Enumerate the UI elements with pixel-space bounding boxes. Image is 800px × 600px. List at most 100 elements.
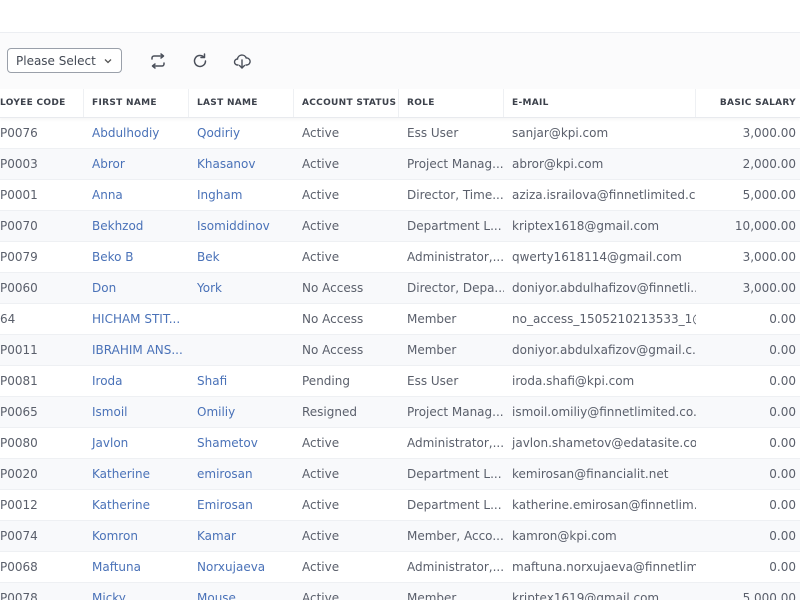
cell-role: Administrator,... [407, 436, 504, 450]
cell-first-name[interactable]: Javlon [84, 436, 189, 450]
cell-basic-salary: 0.00 [769, 436, 796, 450]
cell-first-name[interactable]: Abdulhodiy [84, 126, 189, 140]
table-row[interactable]: P0079 Beko B Bek Active Administrator,... qwe… [0, 242, 800, 273]
cell-employee-code: P0065 [0, 405, 38, 419]
cell-last-name[interactable]: Khasanov [189, 157, 294, 171]
cell-role: Member [407, 591, 457, 600]
cell-account-status: Resigned [302, 405, 357, 419]
cell-last-name[interactable]: Shametov [189, 436, 294, 450]
cell-last-name[interactable]: Emirosan [189, 498, 294, 512]
cell-basic-salary: 0.00 [769, 560, 796, 574]
cell-role: Ess User [407, 126, 459, 140]
column-header-role[interactable]: ROLE [399, 89, 504, 117]
cell-first-name[interactable]: Anna [84, 188, 189, 202]
bulk-action-select[interactable]: Please Select [7, 48, 122, 73]
cell-basic-salary: 0.00 [769, 405, 796, 419]
cell-role: Project Manag... [407, 157, 504, 171]
cell-first-name[interactable]: Bekhzod [84, 219, 189, 233]
table-row[interactable]: P0012 Katherine Emirosan Active Department L… [0, 490, 800, 521]
cell-role: Member, Acco... [407, 529, 504, 543]
column-header-first-name[interactable]: FIRST NAME [84, 89, 189, 117]
cell-last-name[interactable]: Mouse [189, 591, 294, 600]
refresh-button[interactable] [189, 50, 211, 72]
column-header-last-name[interactable]: LAST NAME [189, 89, 294, 117]
table-row[interactable]: P0081 Iroda Shafi Pending Ess User iroda.shaf… [0, 366, 800, 397]
cell-role: Administrator,... [407, 250, 504, 264]
cell-role: Director, Time... [407, 188, 504, 202]
cell-last-name[interactable]: Norxujaeva [189, 560, 294, 574]
table-row[interactable]: 64 HICHAM STIT... No Access Member no_access… [0, 304, 800, 335]
cell-basic-salary: 3,000.00 [742, 126, 796, 140]
cell-first-name[interactable]: Maftuna [84, 560, 189, 574]
cell-email: iroda.shafi@kpi.com [512, 374, 635, 388]
cell-account-status: Active [302, 529, 340, 543]
cell-first-name[interactable]: Don [84, 281, 189, 295]
cell-account-status: Active [302, 591, 340, 600]
cell-last-name[interactable]: Omiliy [189, 405, 294, 419]
column-header-email[interactable]: E-MAIL [504, 89, 696, 117]
cell-email: katherine.emirosan@finnetlim... [512, 498, 696, 512]
cell-last-name[interactable]: Bek [189, 250, 294, 264]
cell-employee-code: P0074 [0, 529, 38, 543]
cell-last-name[interactable]: Kamar [189, 529, 294, 543]
cell-first-name[interactable]: IBRAHIM ANS... [84, 343, 189, 357]
cell-employee-code: P0068 [0, 560, 38, 574]
cell-employee-code: P0012 [0, 498, 38, 512]
table-row[interactable]: P0078 Micky Mouse Active Member kriptex1619@g… [0, 583, 800, 600]
cell-first-name[interactable]: Micky [84, 591, 189, 600]
cell-basic-salary: 2,000.00 [742, 157, 796, 171]
table-row[interactable]: P0074 Komron Kamar Active Member, Acco... kam… [0, 521, 800, 552]
cell-last-name[interactable]: emirosan [189, 467, 294, 481]
cell-basic-salary: 0.00 [769, 374, 796, 388]
cloud-download-icon [233, 54, 251, 69]
cell-basic-salary: 0.00 [769, 467, 796, 481]
cell-email: kemirosan@financialit.net [512, 467, 669, 481]
cell-account-status: No Access [302, 312, 364, 326]
cell-account-status: Active [302, 157, 340, 171]
column-header-basic-salary[interactable]: BASIC SALARY [696, 89, 800, 117]
cell-basic-salary: 5,000.00 [742, 591, 796, 600]
cell-first-name[interactable]: Abror [84, 157, 189, 171]
cell-employee-code: P0078 [0, 591, 38, 600]
cell-last-name[interactable]: Ingham [189, 188, 294, 202]
toolbar: Please Select [0, 33, 800, 89]
cell-last-name[interactable]: York [189, 281, 294, 295]
cell-last-name[interactable]: Shafi [189, 374, 294, 388]
cell-role: Department L... [407, 219, 502, 233]
table-row[interactable]: P0001 Anna Ingham Active Director, Time... az… [0, 180, 800, 211]
cell-first-name[interactable]: Katherine [84, 467, 189, 481]
column-header-employee-code[interactable]: LOYEE CODE [0, 89, 84, 117]
table-row[interactable]: P0020 Katherine emirosan Active Department L… [0, 459, 800, 490]
table-row[interactable]: P0003 Abror Khasanov Active Project Manag...… [0, 149, 800, 180]
cell-email: doniyor.abdulhafizov@finnetli... [512, 281, 696, 295]
cell-role: Department L... [407, 498, 502, 512]
cell-last-name[interactable]: Isomiddinov [189, 219, 294, 233]
cell-basic-salary: 0.00 [769, 529, 796, 543]
cell-basic-salary: 0.00 [769, 312, 796, 326]
cell-first-name[interactable]: Komron [84, 529, 189, 543]
cell-first-name[interactable]: Ismoil [84, 405, 189, 419]
column-header-account-status[interactable]: ACCOUNT STATUS [294, 89, 399, 117]
table-row[interactable]: P0011 IBRAHIM ANS... No Access Member doniyo… [0, 335, 800, 366]
table-row[interactable]: P0076 Abdulhodiy Qodiriy Active Ess User sanj… [0, 118, 800, 149]
switch-button[interactable] [147, 50, 169, 72]
cell-account-status: No Access [302, 343, 364, 357]
cell-account-status: No Access [302, 281, 364, 295]
cell-first-name[interactable]: Iroda [84, 374, 189, 388]
cell-email: sanjar@kpi.com [512, 126, 609, 140]
cell-email: abror@kpi.com [512, 157, 604, 171]
table-row[interactable]: P0068 Maftuna Norxujaeva Active Administrato… [0, 552, 800, 583]
cell-account-status: Active [302, 436, 340, 450]
cell-first-name[interactable]: Katherine [84, 498, 189, 512]
table-row[interactable]: P0060 Don York No Access Director, Depa... do… [0, 273, 800, 304]
cell-first-name[interactable]: Beko B [84, 250, 189, 264]
table-row[interactable]: P0080 Javlon Shametov Active Administrator,.… [0, 428, 800, 459]
cell-last-name[interactable]: Qodiriy [189, 126, 294, 140]
cell-email: javlon.shametov@edatasite.co... [512, 436, 696, 450]
table-row[interactable]: P0065 Ismoil Omiliy Resigned Project Manag..… [0, 397, 800, 428]
cell-first-name[interactable]: HICHAM STIT... [84, 312, 189, 326]
download-button[interactable] [231, 50, 253, 72]
cell-email: aziza.israilova@finnetlimited.c... [512, 188, 696, 202]
cell-email: doniyor.abdulxafizov@gmail.c... [512, 343, 696, 357]
table-row[interactable]: P0070 Bekhzod Isomiddinov Active Department … [0, 211, 800, 242]
